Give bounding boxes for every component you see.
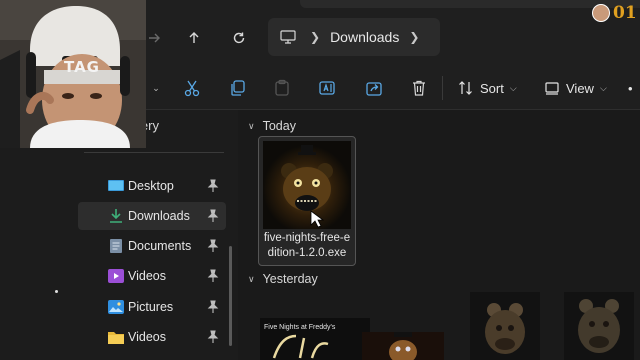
sidebar-item-downloads[interactable]: Downloads xyxy=(78,202,226,230)
sidebar-item-videos[interactable]: Videos xyxy=(78,262,226,290)
group-header-yesterday[interactable]: ∨ Yesterday xyxy=(248,272,318,286)
cut-button[interactable] xyxy=(180,76,204,100)
pin-icon[interactable] xyxy=(207,179,219,193)
file-tile-freddy[interactable] xyxy=(362,332,444,360)
more-options-button[interactable]: • xyxy=(628,76,633,100)
chevron-down-icon: ∨ xyxy=(248,273,255,284)
pictures-icon xyxy=(108,300,124,314)
path-box[interactable]: ❯ Downloads ❯ xyxy=(268,18,440,56)
freddy-thumbnail xyxy=(362,332,444,360)
file-tile-fnaf-logo[interactable]: Five Nights at Freddy's xyxy=(260,318,370,360)
chevron-down-icon: ⌵ xyxy=(599,82,607,93)
rename-button[interactable] xyxy=(315,76,339,100)
pin-icon[interactable] xyxy=(207,330,219,344)
share-icon xyxy=(366,82,382,96)
file-name-line: dition-1.2.0.exe xyxy=(267,247,347,259)
animatronic-bear-thumbnail xyxy=(263,141,351,229)
pin-icon[interactable] xyxy=(207,300,219,314)
delete-button[interactable] xyxy=(407,76,431,100)
sidebar-scrollbar[interactable] xyxy=(229,246,232,346)
rename-icon xyxy=(319,81,335,95)
computer-icon xyxy=(280,30,296,44)
trash-icon xyxy=(413,80,425,96)
sidebar-item-label: Desktop xyxy=(128,179,174,193)
title-strip xyxy=(300,0,640,8)
sidebar-item-label: Videos xyxy=(128,269,166,283)
file-list: ∨ Today five-nights-free-e dition-1.2.0.… xyxy=(238,110,640,360)
more-icon: • xyxy=(628,80,633,96)
file-thumbnail xyxy=(263,141,351,229)
file-tile-animatronic-1[interactable] xyxy=(470,292,540,360)
copy-icon xyxy=(231,80,245,96)
download-icon xyxy=(110,209,122,223)
videos-icon xyxy=(108,269,124,283)
streamer-badge: 01 xyxy=(592,2,640,24)
sidebar-divider xyxy=(84,152,224,153)
group-label: Yesterday xyxy=(262,272,318,286)
file-tile-selected[interactable]: five-nights-free-e dition-1.2.0.exe xyxy=(258,136,356,266)
pin-icon[interactable] xyxy=(207,269,219,283)
arrow-up-icon xyxy=(189,32,199,43)
cut-icon xyxy=(184,80,200,97)
up-button[interactable] xyxy=(180,24,208,52)
background-dot xyxy=(55,290,58,293)
breadcrumb-downloads[interactable]: Downloads xyxy=(330,29,399,45)
share-button[interactable] xyxy=(362,76,386,100)
sidebar-item-label: Videos xyxy=(128,330,166,344)
chevron-down-icon[interactable]: ⌄ xyxy=(144,76,168,100)
pin-icon[interactable] xyxy=(207,239,219,253)
sort-label: Sort xyxy=(480,80,504,96)
badge-number: 01 xyxy=(613,3,637,23)
file-name-line: five-nights-free-e xyxy=(263,232,351,244)
desktop-icon xyxy=(108,180,124,191)
documents-icon xyxy=(110,239,122,253)
chevron-right-icon: ❯ xyxy=(409,30,420,44)
group-header-today[interactable]: ∨ Today xyxy=(248,119,296,133)
chevron-down-icon: ∨ xyxy=(248,120,255,131)
paste-button[interactable] xyxy=(270,76,294,100)
sidebar-item-documents[interactable]: Documents xyxy=(78,232,226,260)
webcam-overlay: TAG xyxy=(0,0,146,148)
toolbar-divider xyxy=(442,76,443,100)
chevron-down-icon: ⌵ xyxy=(509,82,517,93)
sort-icon xyxy=(459,81,472,95)
chevron-right-icon: ❯ xyxy=(310,30,321,44)
view-menu[interactable]: View ⌵ xyxy=(544,76,607,100)
file-tile-animatronic-2[interactable] xyxy=(564,292,634,360)
view-icon xyxy=(545,82,559,95)
file-name: five-nights-free-e dition-1.2.0.exe xyxy=(259,231,355,261)
webcam-edge xyxy=(146,0,170,6)
sort-menu[interactable]: Sort ⌵ xyxy=(458,76,517,100)
animatronic-thumbnail xyxy=(564,292,634,360)
animatronic-thumbnail xyxy=(470,292,540,360)
refresh-icon xyxy=(233,32,245,44)
avatar xyxy=(592,4,610,22)
folder-icon xyxy=(108,332,124,344)
paste-icon xyxy=(275,79,289,96)
sidebar-item-desktop[interactable]: Desktop xyxy=(78,172,226,200)
sidebar-item-label: Pictures xyxy=(128,300,174,314)
arrow-right-icon xyxy=(149,33,160,43)
pin-icon[interactable] xyxy=(207,209,219,223)
beanie-text: TAG xyxy=(64,58,100,76)
sidebar-item-label: Documents xyxy=(128,239,192,253)
logo-thumbnail xyxy=(272,334,329,359)
sidebar-item-videos-folder[interactable]: Videos xyxy=(78,323,226,351)
copy-button[interactable] xyxy=(225,76,249,100)
group-label: Today xyxy=(262,119,296,133)
view-label: View xyxy=(566,80,594,96)
sidebar-item-pictures[interactable]: Pictures xyxy=(78,293,226,321)
sidebar-item-label: Downloads xyxy=(128,209,190,223)
refresh-button[interactable] xyxy=(225,24,253,52)
